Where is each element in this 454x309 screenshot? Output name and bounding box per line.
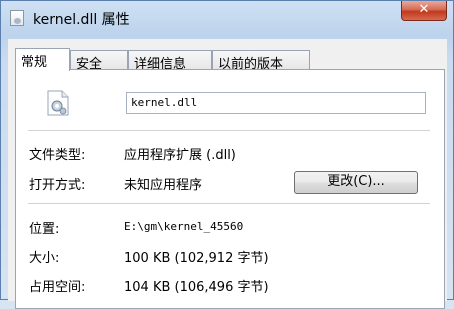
tab-details[interactable]: 详细信息 xyxy=(128,50,212,72)
opens-with-value: 未知应用程序 xyxy=(124,178,203,193)
general-tab-panel: kernel.dll 文件类型: 应用程序扩展 (.dll) 打开方式: 未知应… xyxy=(15,69,445,309)
dll-gear-file-icon xyxy=(47,90,69,116)
file-type-label: 文件类型: xyxy=(29,148,86,163)
location-label: 位置: xyxy=(29,222,60,237)
file-properties-icon xyxy=(10,10,24,26)
file-name-input[interactable]: kernel.dll xyxy=(126,92,426,114)
separator xyxy=(28,130,430,131)
close-button[interactable]: ✕ xyxy=(401,1,447,21)
dialog-client-area: 常规 安全 详细信息 以前的版本 kernel.dll 文件类型: 应用程序扩展… xyxy=(8,39,447,309)
size-on-disk-label: 占用空间: xyxy=(29,280,86,295)
properties-window: kernel.dll 属性 ✕ 常规 安全 详细信息 以前的版本 kernel.… xyxy=(0,0,454,309)
opens-with-label: 打开方式: xyxy=(29,178,86,193)
location-value: E:\gm\kernel_45560 xyxy=(124,220,244,233)
size-value: 100 KB (102,912 字节) xyxy=(124,251,269,266)
size-label: 大小: xyxy=(29,251,60,266)
tab-security[interactable]: 安全 xyxy=(70,50,128,72)
separator xyxy=(28,203,430,204)
tab-previous-versions[interactable]: 以前的版本 xyxy=(212,50,310,72)
size-on-disk-value: 104 KB (106,496 字节) xyxy=(124,280,269,295)
change-button[interactable]: 更改(C)... xyxy=(294,171,418,194)
tab-general[interactable]: 常规 xyxy=(15,48,70,71)
window-title: kernel.dll 属性 xyxy=(33,12,130,28)
file-type-value: 应用程序扩展 (.dll) xyxy=(124,148,236,163)
title-bar[interactable]: kernel.dll 属性 ✕ xyxy=(1,1,453,37)
